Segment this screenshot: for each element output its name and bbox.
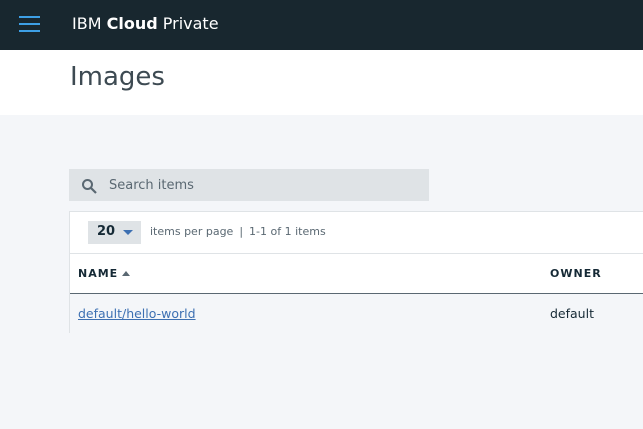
brand-suffix: Private <box>162 14 219 33</box>
images-table: 20 items per page | 1-1 of 1 items NAME OW… <box>69 211 643 333</box>
column-header-name-label: NAME <box>78 267 119 280</box>
page-title: Images <box>70 62 165 92</box>
item-range-text: 1-1 of 1 items <box>249 225 326 238</box>
table-row: default/hello-world default <box>70 294 643 333</box>
search-bar[interactable] <box>69 169 429 201</box>
brand-prefix: IBM <box>72 14 102 33</box>
pagination-info: items per page | 1-1 of 1 items <box>150 225 326 238</box>
items-per-page-value: 20 <box>97 224 116 239</box>
chevron-down-icon <box>123 230 133 235</box>
column-header-name[interactable]: NAME <box>78 267 131 280</box>
pagination-separator: | <box>239 225 244 238</box>
search-icon <box>82 179 97 194</box>
brand-bold: Cloud <box>106 14 158 33</box>
image-name-cell: default/hello-world <box>78 306 196 321</box>
page-header: Images <box>0 50 643 115</box>
search-input[interactable] <box>109 169 419 201</box>
table-header: NAME OWNER <box>70 254 643 294</box>
column-header-owner-label: OWNER <box>550 267 602 280</box>
sort-ascending-icon <box>122 271 131 276</box>
items-per-page-select[interactable]: 20 <box>88 221 141 244</box>
items-per-page-label: items per page <box>150 225 234 238</box>
image-name-link[interactable]: default/hello-world <box>78 306 196 321</box>
product-brand[interactable]: IBM Cloud Private <box>72 14 219 33</box>
column-header-owner[interactable]: OWNER <box>550 267 602 280</box>
hamburger-menu-icon[interactable] <box>19 16 40 32</box>
pagination-bar: 20 items per page | 1-1 of 1 items <box>70 212 643 254</box>
image-owner-cell: default <box>550 306 594 321</box>
top-navigation-bar: IBM Cloud Private <box>0 0 643 50</box>
